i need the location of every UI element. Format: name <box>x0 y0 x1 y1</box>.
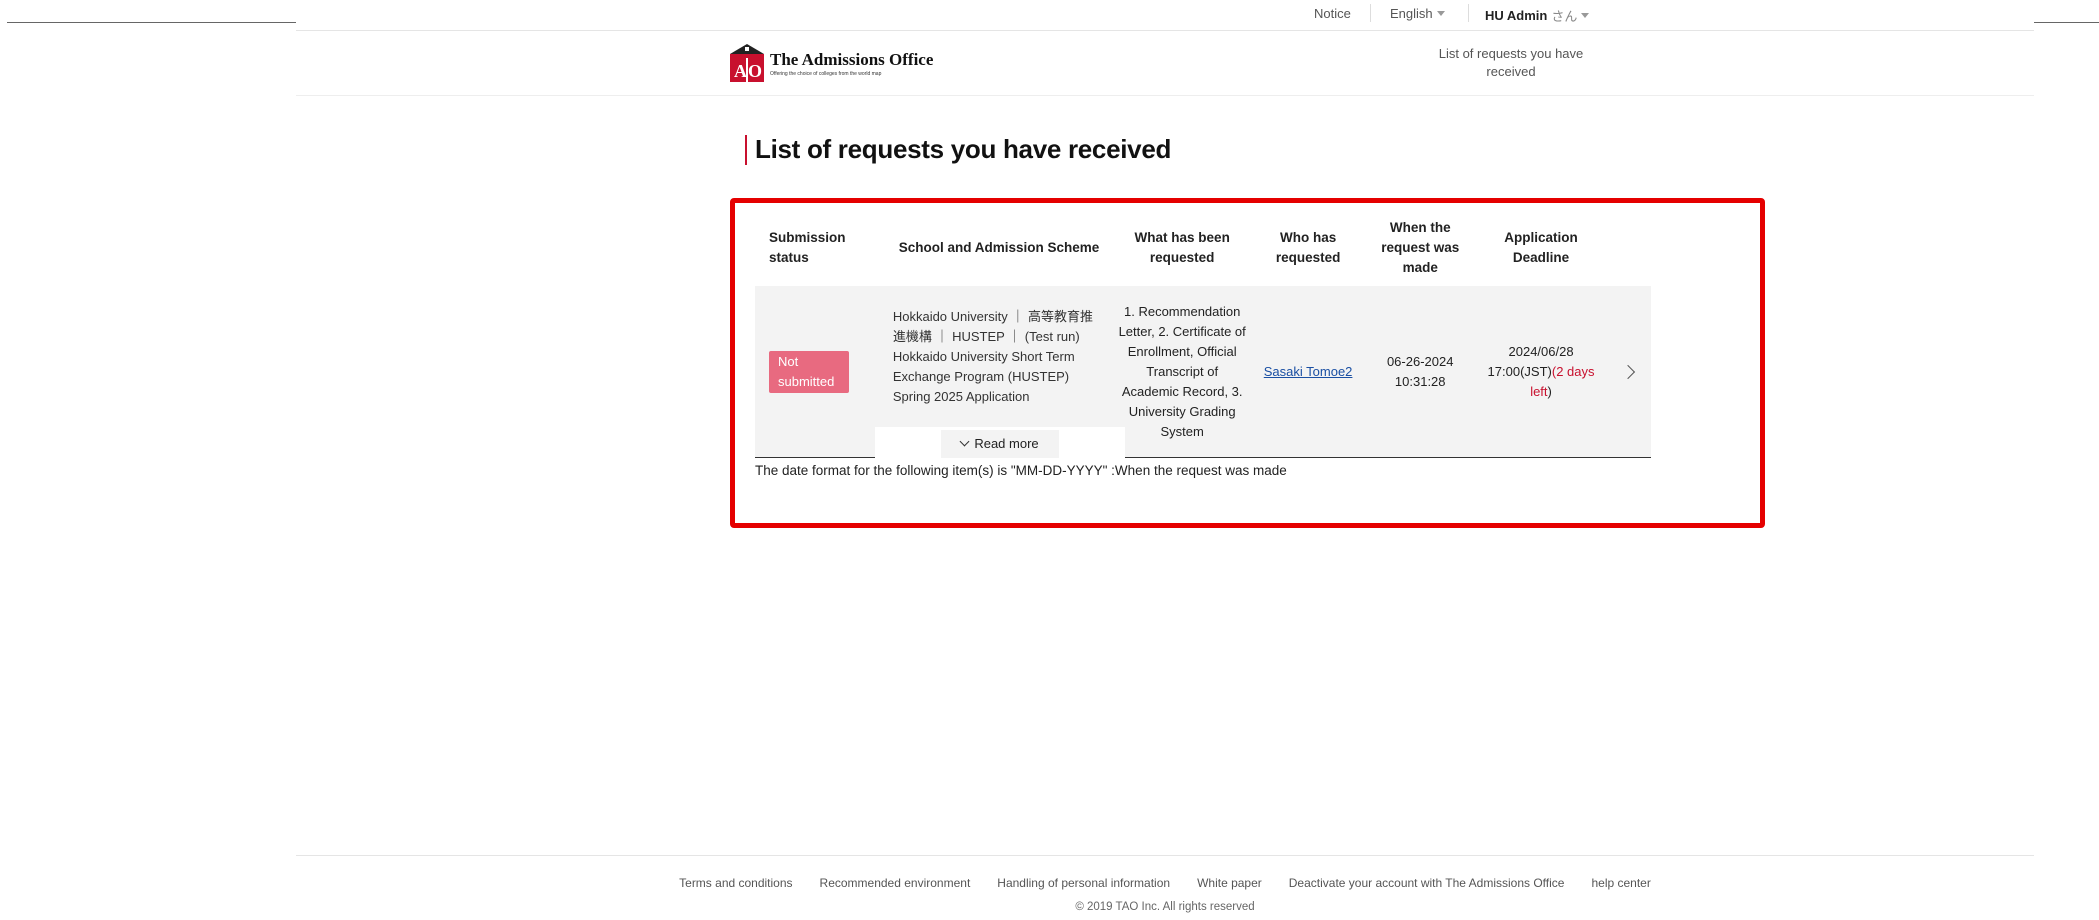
svg-text:O: O <box>748 61 762 81</box>
site-header: A O The Admissions Office Offering the c… <box>296 31 2034 96</box>
copyright: © 2019 TAO Inc. All rights reserved <box>1075 901 1255 913</box>
footer-link-help[interactable]: help center <box>1591 876 1650 890</box>
requests-received-link[interactable]: List of requests you have received <box>1426 45 1596 81</box>
date-format-note: The date format for the following item(s… <box>755 463 1287 478</box>
user-name: HU Admin <box>1485 8 1548 23</box>
building-logo-icon: A O <box>730 44 764 82</box>
requested-items-cell: 1. Recommendation Letter, 2. Certificate… <box>1111 286 1254 458</box>
header-application-deadline: Application Deadline <box>1504 230 1578 265</box>
topnav-separator <box>1468 4 1469 22</box>
footer-link-deactivate[interactable]: Deactivate your account with The Admissi… <box>1289 876 1565 890</box>
footer-link-privacy[interactable]: Handling of personal information <box>997 876 1170 890</box>
site-logo[interactable]: A O The Admissions Office Offering the c… <box>730 44 933 82</box>
page-title-wrap: List of requests you have received <box>745 134 1171 165</box>
row-arrow-cell[interactable] <box>1604 286 1651 458</box>
chevron-down-icon <box>959 436 970 447</box>
requester-link[interactable]: Sasaki Tomoe2 <box>1264 364 1353 379</box>
logo-subtitle: Offering the choice of colleges from the… <box>770 70 882 77</box>
header-spacer <box>1605 210 1651 286</box>
chevron-down-icon <box>1436 11 1445 16</box>
footer-link-terms[interactable]: Terms and conditions <box>679 876 792 890</box>
header-who-requested: Who has requested <box>1275 230 1341 265</box>
site-footer: Terms and conditions Recommended environ… <box>296 855 2034 920</box>
svg-text:A: A <box>734 61 747 81</box>
language-label: English <box>1390 6 1433 21</box>
logo-title: The Admissions Office <box>770 49 934 69</box>
header-submission-status: Submission status <box>769 230 846 265</box>
page-title: List of requests you have received <box>755 134 1172 164</box>
left-divider-line <box>7 22 296 23</box>
top-bar <box>296 0 2034 31</box>
read-more-label: Read more <box>974 435 1039 451</box>
notice-link[interactable]: Notice <box>1314 6 1351 21</box>
user-menu[interactable]: HU Admin さん <box>1485 6 1590 25</box>
user-honorific: さん <box>1551 9 1578 24</box>
table-row[interactable]: Not submitted Hokkaido University ｜ 高等教育… <box>755 286 1651 461</box>
footer-link-environment[interactable]: Recommended environment <box>820 876 971 890</box>
topnav-separator <box>1370 4 1371 22</box>
footer-link-white-paper[interactable]: White paper <box>1197 876 1262 890</box>
requests-table: Submission status School and Admission S… <box>755 210 1651 461</box>
language-selector[interactable]: English <box>1390 6 1445 21</box>
requester-cell: Sasaki Tomoe2 <box>1253 286 1363 458</box>
request-date-cell: 06-26-2024 10:31:28 <box>1362 286 1478 458</box>
scheme-cell: Hokkaido University ｜ 高等教育推進機構 ｜ HUSTEP … <box>874 286 1126 461</box>
days-left-close: ) <box>1547 383 1552 399</box>
title-accent-bar <box>745 134 747 165</box>
header-school-scheme: School and Admission Scheme <box>898 240 1100 255</box>
chevron-down-icon <box>1581 13 1590 18</box>
scheme-text: Hokkaido University ｜ 高等教育推進機構 ｜ HUSTEP … <box>892 308 1093 404</box>
right-divider-line <box>2034 22 2099 23</box>
status-cell: Not submitted <box>755 286 887 458</box>
deadline-cell: 2024/06/28 17:00(JST)(2 days left) <box>1477 286 1605 458</box>
read-more-button[interactable]: Read more <box>941 429 1059 458</box>
chevron-right-icon <box>1620 364 1635 379</box>
read-more-area: Read more <box>874 426 1126 461</box>
status-badge: Not submitted <box>769 350 849 393</box>
header-when-requested: When the request was made <box>1381 220 1460 275</box>
header-what-requested: What has been requested <box>1134 230 1230 265</box>
footer-links: Terms and conditions Recommended environ… <box>296 876 2034 890</box>
table-header-row: Submission status School and Admission S… <box>755 210 1651 286</box>
